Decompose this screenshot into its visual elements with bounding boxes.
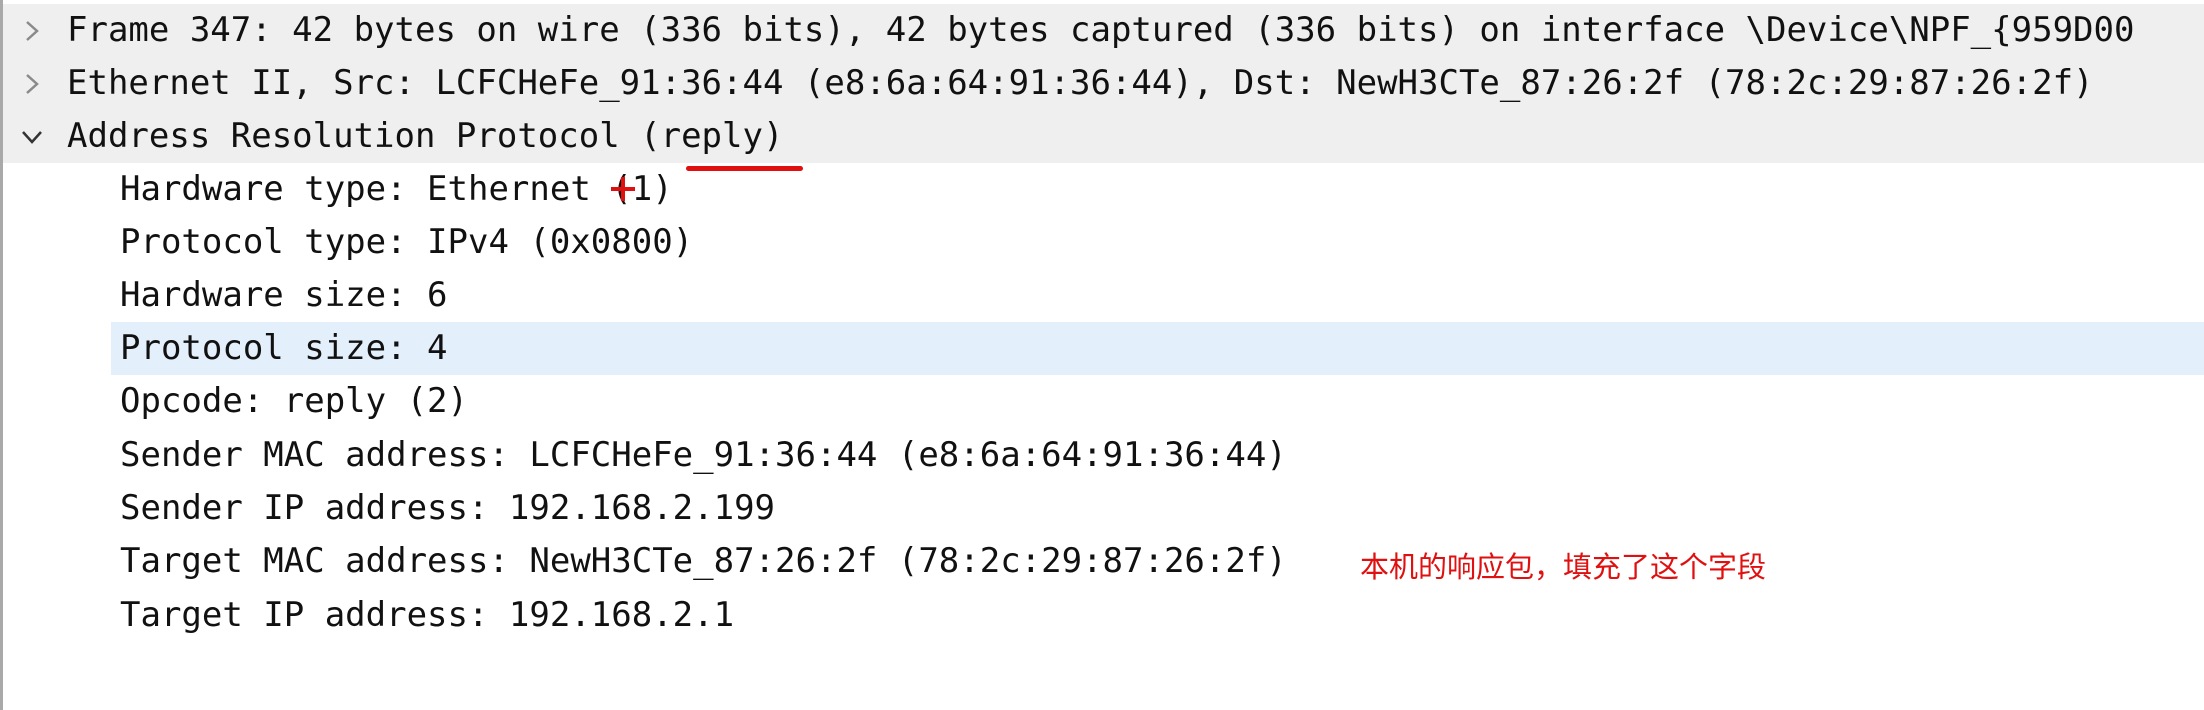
tree-row-arp[interactable]: Address Resolution Protocol (reply) <box>3 110 2204 163</box>
field-target-ip[interactable]: Target IP address: 192.168.2.1 <box>3 589 2204 642</box>
tree-row-label: Address Resolution Protocol (reply) <box>67 116 784 156</box>
field-label: Protocol type: IPv4 (0x0800) <box>120 222 694 262</box>
field-label: Sender MAC address: LCFCHeFe_91:36:44 (e… <box>120 435 1287 475</box>
field-label: Hardware type: Ethernet (1) <box>120 169 673 209</box>
field-target-mac[interactable]: Target MAC address: NewH3CTe_87:26:2f (7… <box>3 535 2204 588</box>
field-label: Protocol size: 4 <box>120 328 448 368</box>
annotation-note: 本机的响应包，填充了这个字段 <box>1360 550 1767 584</box>
field-sender-mac[interactable]: Sender MAC address: LCFCHeFe_91:36:44 (e… <box>3 429 2204 482</box>
field-hardware-type[interactable]: Hardware type: Ethernet (1) <box>3 163 2204 216</box>
field-label: Target IP address: 192.168.2.1 <box>120 595 735 635</box>
field-label: Sender IP address: 192.168.2.199 <box>120 488 776 528</box>
field-label: Target MAC address: NewH3CTe_87:26:2f (7… <box>120 541 1287 581</box>
tree-row-frame[interactable]: Frame 347: 42 bytes on wire (336 bits), … <box>3 4 2204 57</box>
packet-details-tree: Frame 347: 42 bytes on wire (336 bits), … <box>0 0 2204 710</box>
tree-row-ethernet[interactable]: Ethernet II, Src: LCFCHeFe_91:36:44 (e8:… <box>3 57 2204 110</box>
tree-row-label: Frame 347: 42 bytes on wire (336 bits), … <box>67 10 2135 50</box>
field-protocol-type[interactable]: Protocol type: IPv4 (0x0800) <box>3 216 2204 269</box>
field-hardware-size[interactable]: Hardware size: 6 <box>3 269 2204 322</box>
chevron-right-icon[interactable] <box>17 4 47 57</box>
chevron-right-icon[interactable] <box>17 57 47 110</box>
cursor-crosshair-icon <box>611 177 635 201</box>
field-sender-ip[interactable]: Sender IP address: 192.168.2.199 <box>3 482 2204 535</box>
tree-row-label: Ethernet II, Src: LCFCHeFe_91:36:44 (e8:… <box>67 63 2094 103</box>
chevron-down-icon[interactable] <box>17 110 47 163</box>
field-opcode[interactable]: Opcode: reply (2) <box>3 375 2204 428</box>
field-label: Opcode: reply (2) <box>120 381 468 421</box>
field-label: Hardware size: 6 <box>120 275 448 315</box>
field-protocol-size[interactable]: Protocol size: 4 <box>3 322 2204 375</box>
annotation-underline <box>686 166 803 171</box>
